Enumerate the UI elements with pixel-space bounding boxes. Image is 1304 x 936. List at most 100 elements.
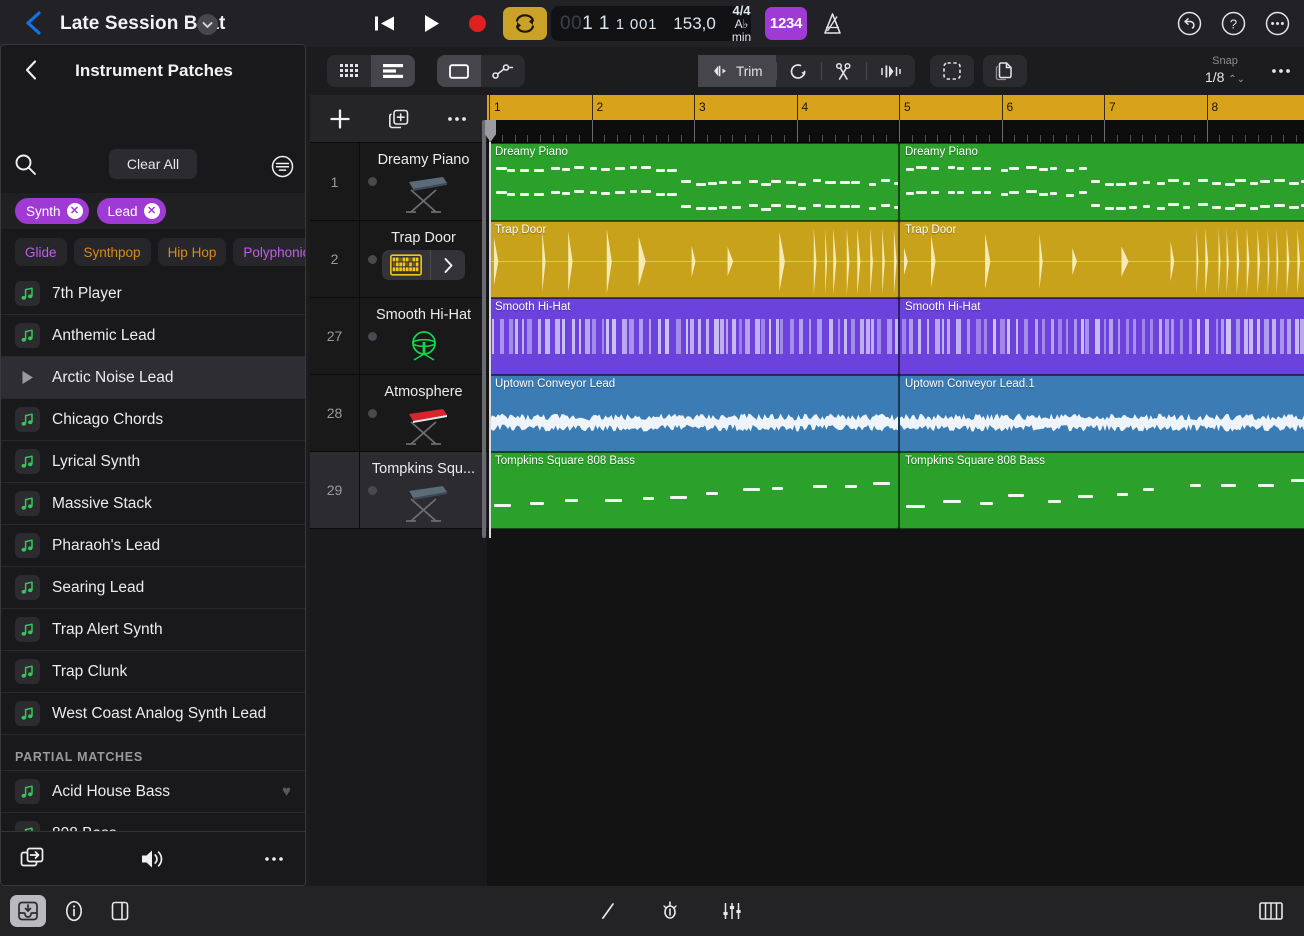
- patch-list[interactable]: 7th Player Anthemic Lead Arctic Noise Lead…: [1, 273, 305, 877]
- close-icon[interactable]: ✕: [66, 203, 83, 219]
- stepseq-icon[interactable]: [382, 254, 430, 276]
- suggested-tag[interactable]: Synthpop: [73, 238, 151, 266]
- duplicate-track-icon[interactable]: [370, 95, 428, 143]
- suggested-tag[interactable]: Hip Hop: [157, 238, 227, 266]
- track-header[interactable]: 29 Tompkins Squ...: [310, 452, 487, 529]
- rewind-button[interactable]: [362, 6, 408, 42]
- metronome-icon[interactable]: [815, 7, 849, 40]
- track-record-dot[interactable]: [368, 177, 377, 186]
- audition-speaker-icon[interactable]: [63, 832, 243, 886]
- search-icon[interactable]: [14, 153, 37, 176]
- cycle-button[interactable]: [503, 7, 547, 40]
- region[interactable]: Smooth Hi-Hat: [489, 298, 899, 375]
- patch-list-item[interactable]: 7th Player: [1, 273, 305, 315]
- browser-icon[interactable]: [10, 895, 46, 927]
- region[interactable]: Tompkins Square 808 Bass: [899, 452, 1304, 529]
- patch-list-item[interactable]: Trap Alert Synth: [1, 609, 305, 651]
- record-button[interactable]: [454, 6, 500, 42]
- duplicate-icon[interactable]: [983, 55, 1027, 87]
- region[interactable]: Smooth Hi-Hat: [899, 298, 1304, 375]
- track-header[interactable]: 1 Dreamy Piano: [310, 143, 487, 221]
- filter-chip[interactable]: Synth ✕: [15, 198, 89, 224]
- step-sequencer-control[interactable]: [382, 250, 465, 280]
- tuner-icon[interactable]: [652, 895, 688, 927]
- count-in-button[interactable]: 1234: [765, 7, 807, 40]
- grid-view-icon[interactable]: [327, 55, 371, 87]
- filter-chip[interactable]: Lead ✕: [96, 198, 166, 224]
- keyboard-icon[interactable]: [1258, 900, 1284, 922]
- track-headers-scrollbar[interactable]: [482, 120, 486, 538]
- patch-list-item[interactable]: Pharaoh's Lead: [1, 525, 305, 567]
- back-button[interactable]: [18, 8, 48, 38]
- panel-icon[interactable]: [102, 895, 138, 927]
- clear-all-button[interactable]: Clear All: [109, 149, 197, 179]
- patch-list-item[interactable]: Acid House Bass ♥: [1, 771, 305, 813]
- track-header-body[interactable]: Tompkins Squ...: [360, 452, 487, 528]
- marquee-icon[interactable]: [930, 55, 974, 87]
- region[interactable]: Uptown Conveyor Lead.1: [899, 375, 1304, 452]
- track-header[interactable]: 2 Trap Door: [310, 221, 487, 298]
- chevron-right-icon[interactable]: [430, 250, 465, 280]
- region[interactable]: Tompkins Square 808 Bass: [489, 452, 899, 529]
- track-lane[interactable]: Trap Door Trap Door: [487, 221, 1304, 298]
- track-record-dot[interactable]: [368, 255, 377, 264]
- region[interactable]: Uptown Conveyor Lead: [489, 375, 899, 452]
- patch-list-item[interactable]: Chicago Chords: [1, 399, 305, 441]
- selection-tool-icon[interactable]: [437, 55, 481, 87]
- more-icon[interactable]: [1262, 8, 1292, 38]
- patch-list-item[interactable]: Massive Stack: [1, 483, 305, 525]
- help-icon[interactable]: ?: [1218, 8, 1248, 38]
- suggested-tag[interactable]: Polyphonic: [233, 238, 305, 266]
- snap-control[interactable]: Snap 1/8 ⌃⌄: [1198, 55, 1252, 86]
- track-record-dot[interactable]: [368, 486, 377, 495]
- region[interactable]: Trap Door: [899, 221, 1304, 298]
- track-record-dot[interactable]: [368, 409, 377, 418]
- patch-list-item[interactable]: Trap Clunk: [1, 651, 305, 693]
- loop-icon[interactable]: [777, 55, 821, 87]
- track-record-dot[interactable]: [368, 332, 377, 341]
- region[interactable]: Dreamy Piano: [899, 143, 1304, 221]
- suggested-tag[interactable]: Glide: [15, 238, 67, 266]
- timeline-ruler[interactable]: 1 2 3 4 5 6 7 8: [487, 95, 1304, 120]
- patches-back-icon[interactable]: [17, 56, 45, 84]
- track-lane[interactable]: Tompkins Square 808 Bass Tompkins Square …: [487, 452, 1304, 529]
- automation-tool-icon[interactable]: [481, 55, 525, 87]
- undo-icon[interactable]: [1174, 8, 1204, 38]
- favorite-heart-icon[interactable]: ♥: [282, 783, 291, 800]
- trim-button[interactable]: Trim: [698, 55, 776, 87]
- import-icon[interactable]: [1, 832, 63, 886]
- patch-list-item[interactable]: Anthemic Lead: [1, 315, 305, 357]
- track-header-body[interactable]: Atmosphere: [360, 375, 487, 451]
- patch-list-item[interactable]: West Coast Analog Synth Lead: [1, 693, 305, 735]
- lcd-display[interactable]: 00 1 1 1 001 153,0 4/4 A♭ min: [551, 3, 751, 43]
- filter-icon[interactable]: [271, 155, 294, 178]
- pencil-icon[interactable]: [590, 895, 626, 927]
- track-header-body[interactable]: Trap Door: [360, 221, 487, 297]
- timeline-subruler[interactable]: [487, 120, 1304, 143]
- track-header[interactable]: 27 Smooth Hi-Hat: [310, 298, 487, 375]
- add-track-icon[interactable]: [310, 95, 370, 143]
- patch-list-item[interactable]: Lyrical Synth: [1, 441, 305, 483]
- chevron-down-icon[interactable]: [197, 14, 218, 35]
- patches-more-icon[interactable]: [243, 832, 305, 886]
- track-lane[interactable]: Smooth Hi-Hat Smooth Hi-Hat: [487, 298, 1304, 375]
- track-header-body[interactable]: Smooth Hi-Hat: [360, 298, 487, 374]
- arrange-canvas[interactable]: Dreamy Piano Dreamy Piano Trap Door Trap Do…: [487, 143, 1304, 886]
- play-icon[interactable]: [15, 370, 40, 385]
- play-button[interactable]: [408, 6, 454, 42]
- track-lane[interactable]: Uptown Conveyor Lead Uptown Conveyor Lead…: [487, 375, 1304, 452]
- patch-list-item[interactable]: Searing Lead: [1, 567, 305, 609]
- fade-icon[interactable]: [867, 55, 915, 87]
- track-view-icon[interactable]: [371, 55, 415, 87]
- info-icon[interactable]: [56, 895, 92, 927]
- region[interactable]: Trap Door: [489, 221, 899, 298]
- track-lane[interactable]: Dreamy Piano Dreamy Piano: [487, 143, 1304, 221]
- track-header[interactable]: 28 Atmosphere: [310, 375, 487, 452]
- split-scissors-icon[interactable]: [822, 55, 866, 87]
- patch-list-item-selected[interactable]: Arctic Noise Lead: [1, 357, 305, 399]
- tracks-more-icon[interactable]: [1270, 60, 1292, 82]
- close-icon[interactable]: ✕: [143, 203, 160, 219]
- mixer-icon[interactable]: [714, 895, 750, 927]
- region[interactable]: Dreamy Piano: [489, 143, 899, 221]
- track-header-more-icon[interactable]: [428, 95, 486, 143]
